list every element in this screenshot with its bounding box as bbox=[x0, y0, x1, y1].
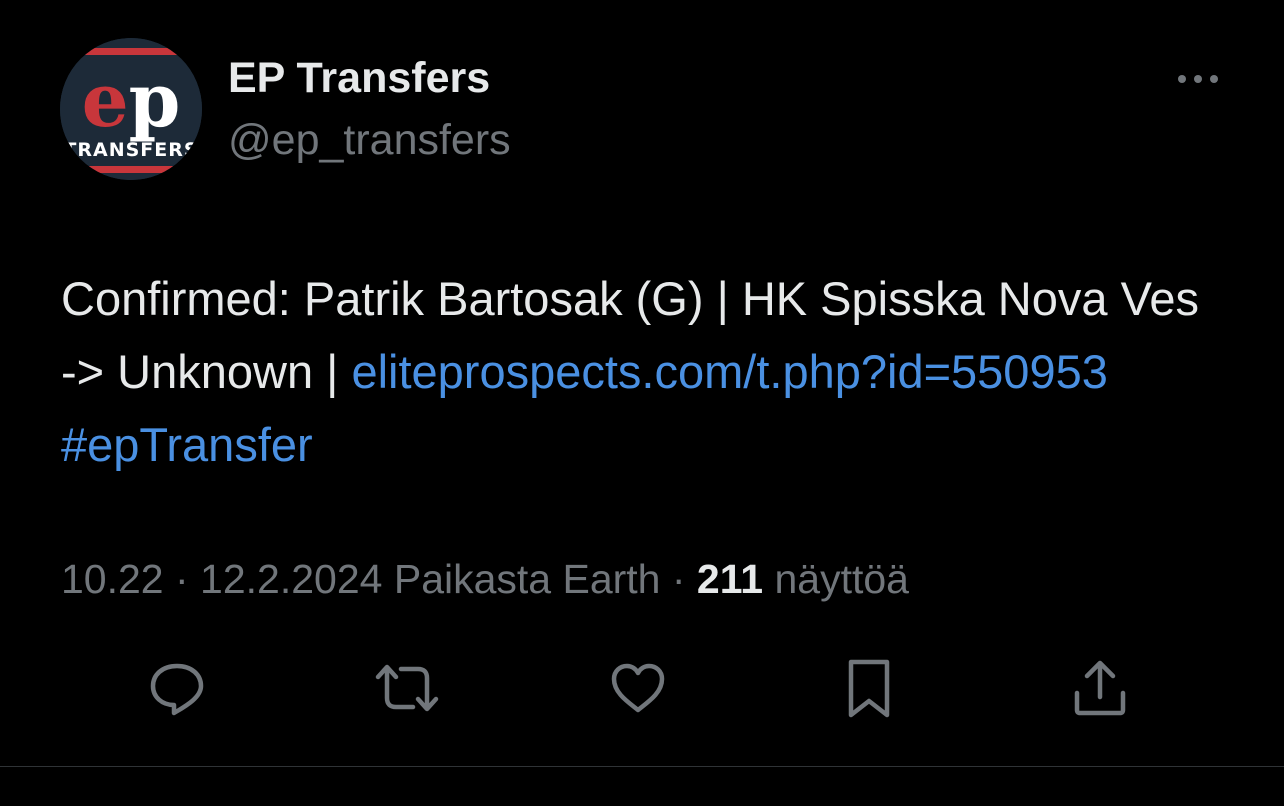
tweet-time[interactable]: 10.22 bbox=[61, 556, 164, 602]
tweet-hashtag[interactable]: #epTransfer bbox=[61, 418, 313, 471]
bookmark-button[interactable] bbox=[831, 650, 907, 726]
tweet-text: Confirmed: Patrik Bartosak (G) | HK Spis… bbox=[61, 262, 1201, 481]
display-name[interactable]: EP Transfers bbox=[228, 54, 490, 103]
avatar[interactable]: ep TRANSFERS bbox=[60, 38, 202, 180]
share-button[interactable] bbox=[1062, 650, 1138, 726]
meta-separator: · bbox=[660, 556, 697, 602]
like-button[interactable] bbox=[600, 650, 676, 726]
retweet-icon bbox=[375, 664, 439, 712]
logo-text-e: ep bbox=[82, 58, 181, 144]
tweet: ep TRANSFERS EP Transfers @ep_transfers … bbox=[0, 0, 1284, 766]
logo-text-p: p bbox=[129, 58, 181, 144]
bookmark-icon bbox=[848, 659, 890, 718]
views-label: näyttöä bbox=[763, 556, 909, 602]
logo-subtext: TRANSFERS bbox=[63, 139, 198, 161]
retweet-button[interactable] bbox=[369, 650, 445, 726]
action-bar bbox=[0, 650, 1284, 726]
views-count[interactable]: 211 bbox=[697, 556, 763, 602]
divider bbox=[0, 766, 1284, 767]
user-handle[interactable]: @ep_transfers bbox=[228, 116, 511, 165]
reply-icon bbox=[150, 663, 204, 716]
ep-transfers-logo: ep TRANSFERS bbox=[60, 38, 202, 180]
meta-separator: · bbox=[163, 556, 201, 602]
tweet-date[interactable]: 12.2.2024 bbox=[200, 556, 382, 602]
more-options-button[interactable] bbox=[1168, 60, 1228, 98]
heart-icon bbox=[611, 663, 665, 713]
tweet-link[interactable]: eliteprospects.com/t.php?id=550953 bbox=[351, 345, 1107, 398]
reply-button[interactable] bbox=[139, 650, 215, 726]
share-icon bbox=[1074, 660, 1126, 716]
tweet-meta: 10.22 · 12.2.2024 Paikasta Earth · 211 n… bbox=[61, 556, 909, 603]
tweet-source: Paikasta Earth bbox=[382, 556, 661, 602]
more-horizontal-icon bbox=[1178, 75, 1218, 83]
